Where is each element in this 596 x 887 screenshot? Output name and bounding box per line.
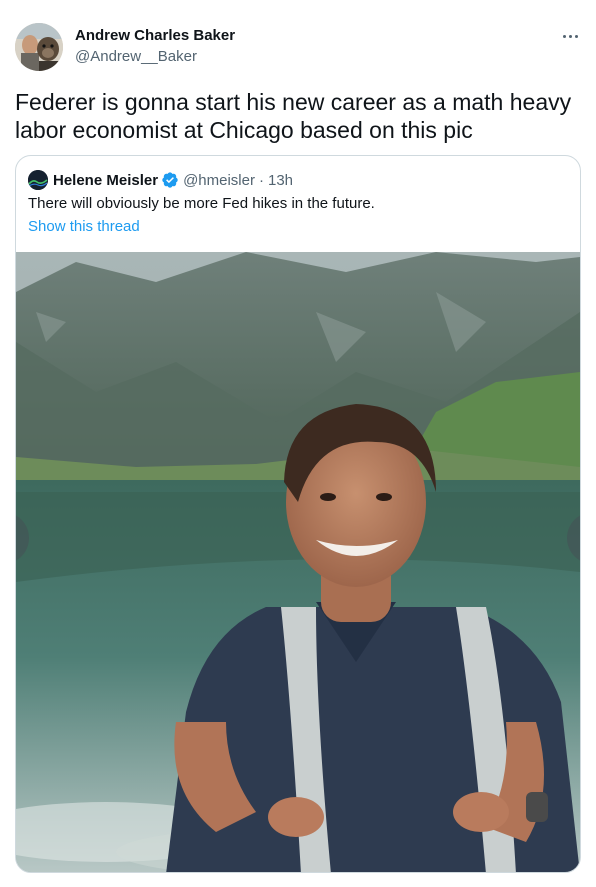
author-avatar[interactable] — [15, 23, 63, 71]
quoted-tweet-header: Helene Meisler @hmeisler · 13h — [28, 170, 293, 190]
quoted-author-avatar[interactable] — [28, 170, 48, 190]
verified-badge-icon — [162, 172, 178, 188]
author-name[interactable]: Andrew Charles Baker — [75, 27, 235, 45]
author-info: Andrew Charles Baker @Andrew__Baker — [75, 27, 235, 67]
show-thread-link[interactable]: Show this thread — [28, 217, 140, 237]
quoted-tweet-time[interactable]: 13h — [268, 172, 293, 189]
quoted-tweet[interactable]: Helene Meisler @hmeisler · 13h There wil… — [15, 155, 581, 873]
dot-separator: · — [258, 171, 264, 189]
quoted-tweet-photo[interactable] — [16, 252, 580, 872]
more-dot — [574, 34, 578, 38]
tweet: Andrew Charles Baker @Andrew__Baker Fede… — [0, 0, 596, 887]
author-handle[interactable]: @Andrew__Baker — [75, 47, 235, 67]
quoted-tweet-text: There will obviously be more Fed hikes i… — [28, 195, 375, 212]
more-dot — [568, 34, 572, 38]
tweet-text: Federer is gonna start his new career as… — [15, 89, 572, 143]
more-options-icon[interactable] — [555, 26, 585, 46]
quoted-author-handle[interactable]: @hmeisler — [183, 172, 255, 189]
more-dot — [562, 34, 566, 38]
quoted-author-name[interactable]: Helene Meisler — [53, 172, 158, 189]
